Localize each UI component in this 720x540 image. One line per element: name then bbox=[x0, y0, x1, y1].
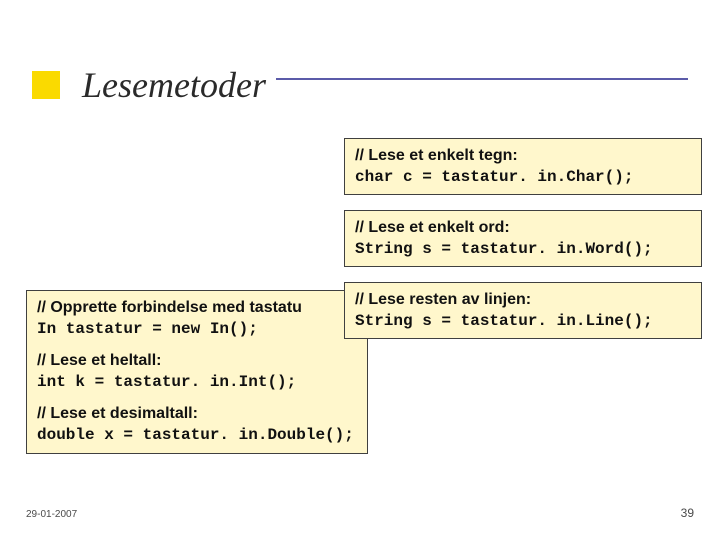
section-double: // Lese et desimaltall: double x = tasta… bbox=[37, 403, 357, 446]
title-bullet-icon bbox=[32, 71, 60, 99]
code-box-left: // Opprette forbindelse med tastatu In t… bbox=[26, 290, 368, 454]
section-connect: // Opprette forbindelse med tastatu In t… bbox=[37, 297, 357, 340]
comment-double: // Lese et desimaltall: bbox=[37, 403, 357, 425]
section-int: // Lese et heltall: int k = tastatur. in… bbox=[37, 350, 357, 393]
comment-line: // Lese resten av linjen: bbox=[355, 289, 691, 311]
code-box-char: // Lese et enkelt tegn: char c = tastatu… bbox=[344, 138, 702, 195]
title-row: Lesemetoder bbox=[32, 64, 276, 106]
footer-page-number: 39 bbox=[681, 506, 694, 520]
code-int: int k = tastatur. in.Int(); bbox=[37, 372, 357, 394]
code-char: char c = tastatur. in.Char(); bbox=[355, 167, 691, 189]
code-double: double x = tastatur. in.Double(); bbox=[37, 425, 357, 447]
code-box-word: // Lese et enkelt ord: String s = tastat… bbox=[344, 210, 702, 267]
comment-word: // Lese et enkelt ord: bbox=[355, 217, 691, 239]
code-connect: In tastatur = new In(); bbox=[37, 319, 357, 341]
slide-title: Lesemetoder bbox=[60, 64, 276, 106]
comment-int: // Lese et heltall: bbox=[37, 350, 357, 372]
comment-char: // Lese et enkelt tegn: bbox=[355, 145, 691, 167]
footer-date: 29-01-2007 bbox=[26, 509, 77, 520]
code-box-line: // Lese resten av linjen: String s = tas… bbox=[344, 282, 702, 339]
slide: Lesemetoder // Opprette forbindelse med … bbox=[0, 0, 720, 540]
code-word: String s = tastatur. in.Word(); bbox=[355, 239, 691, 261]
comment-connect: // Opprette forbindelse med tastatu bbox=[37, 297, 357, 319]
code-line: String s = tastatur. in.Line(); bbox=[355, 311, 691, 333]
